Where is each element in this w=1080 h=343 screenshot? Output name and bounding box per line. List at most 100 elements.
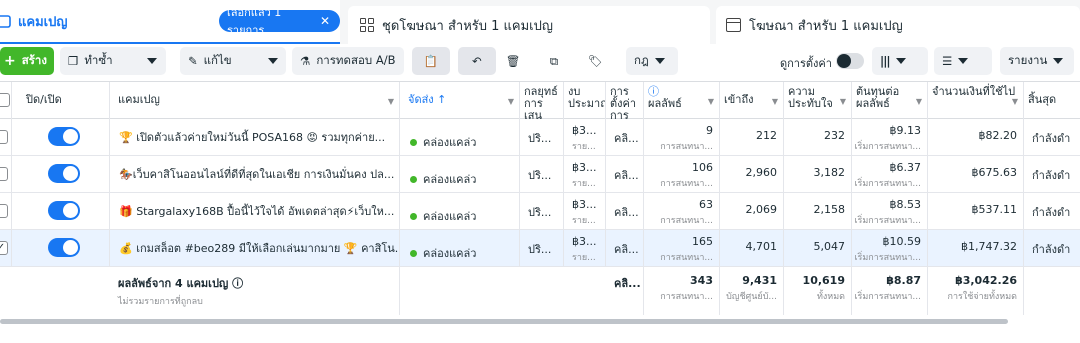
table-row[interactable]: 🎁 Stargalaxy168B ปื้อนี้ไว้ใจได้ อัพเดตล… (0, 193, 1080, 230)
tab-campaigns[interactable]: แคมเปญ เลือกแล้ว 1 รายการ ✕ (0, 0, 340, 44)
close-icon[interactable]: ✕ (320, 14, 330, 28)
row-checkbox[interactable]: ✓ (0, 241, 8, 255)
clipboard-icon: 📋 (423, 54, 439, 68)
budget-cell: ฿3... ราย... (564, 230, 606, 266)
table-row[interactable]: 🏆 เปิดตัวแล้วค่ายใหม่วันนี้ POSA168 😡 รว… (0, 119, 1080, 156)
totals-cpr: ฿8.87 เริ่มการสนทนา... (852, 267, 928, 315)
totals-reach-value: 9,431 (742, 274, 777, 287)
delivery-status: คล่องแคล่ว (423, 247, 477, 260)
cpr-cell: ฿6.37 เริ่มการสนทนา... (852, 156, 928, 192)
chevron-down-icon[interactable] (1053, 58, 1064, 64)
header-reach[interactable]: เข้าถึง ▼ (720, 82, 784, 119)
campaign-name[interactable]: 💰 เกมสล็อต #beo289 มีให้เลือกเล่นมากมาย … (110, 230, 400, 266)
undo-icon: ↶ (472, 54, 482, 68)
info-icon: ⓘ (232, 277, 244, 290)
undo-button[interactable]: ↶ (458, 47, 496, 75)
status-dot-icon (410, 249, 417, 257)
sort-icon: ▼ (915, 97, 922, 106)
budget-cell: ฿3... ราย... (564, 156, 606, 192)
table-row[interactable]: 🏇เว็บคาสิโนออนไลน์ที่ดีที่สุดในเอเชีย กา… (0, 156, 1080, 193)
header-delivery[interactable]: จัดส่ง ↑ ▼ (400, 82, 520, 119)
campaign-toggle[interactable] (48, 201, 80, 220)
reach-cell: 212 (720, 119, 784, 155)
create-button[interactable]: + สร้าง (0, 47, 54, 75)
selected-count-pill[interactable]: เลือกแล้ว 1 รายการ ✕ (219, 6, 340, 37)
sort-icon: ▼ (507, 97, 514, 106)
reports-label: รายงาน (1008, 53, 1048, 67)
delete-button[interactable]: 🗑 (498, 47, 528, 75)
chevron-down-icon[interactable] (895, 58, 906, 64)
reach-cell: 4,701 (720, 230, 784, 266)
columns-button[interactable]: ||| (872, 47, 928, 75)
chevron-down-icon[interactable] (958, 58, 969, 64)
results-sub: การสนทนา... (660, 216, 713, 226)
header-campaign[interactable]: แคมเปญ ▼ (110, 82, 400, 119)
chevron-down-icon[interactable] (654, 58, 665, 64)
tab-adsets[interactable]: ชุดโฆษณา สำหรับ 1 แคมเปญ (348, 6, 710, 44)
header-cpr[interactable]: ต้นทุนต่อผลลัพธ์ ▼ (852, 82, 928, 119)
tag-button[interactable]: 🏷 (580, 47, 610, 75)
header-select[interactable] (0, 82, 12, 119)
header-ends[interactable]: สิ้นสุด (1024, 82, 1080, 119)
preview-button[interactable]: ⧉ (538, 47, 570, 75)
header-impressions[interactable]: ความประทับใจ ▼ (784, 82, 852, 119)
totals-impressions-sub: ทั้งหมด (816, 292, 845, 302)
table-row[interactable]: ✓ 💰 เกมสล็อต #beo289 มีให้เลือกเล่นมากมาย… (0, 230, 1080, 267)
attribution-cell: คลิ... (606, 230, 644, 266)
tab-campaigns-label: แคมเปญ (18, 14, 68, 30)
totals-row: ผลลัพธ์จาก 4 แคมเปญ ⓘ ไม่รวมรายการที่ถูก… (0, 267, 1080, 315)
row-checkbox[interactable] (0, 167, 8, 181)
cpr-value: ฿8.53 (889, 198, 922, 211)
breakdown-button[interactable]: ☰ (934, 47, 992, 75)
campaign-toggle[interactable] (48, 127, 80, 146)
header-budget[interactable]: งบประมาณ (564, 82, 606, 119)
campaign-name[interactable]: 🎁 Stargalaxy168B ปื้อนี้ไว้ใจได้ อัพเดตล… (110, 193, 400, 229)
toolbar: + สร้าง ❐ ทำซ้ำ ✎ แก้ไข ⚗ การทดสอบ A/B 📋… (0, 44, 1080, 78)
header-bid[interactable]: กลยุทธ์การเสน (520, 82, 564, 119)
header-onoff[interactable]: ปิด/เปิด (12, 82, 110, 119)
campaign-toggle[interactable] (48, 238, 80, 257)
campaign-name[interactable]: 🏆 เปิดตัวแล้วค่ายใหม่วันนี้ POSA168 😡 รว… (110, 119, 400, 155)
delivery-status: คล่องแคล่ว (423, 173, 477, 186)
edit-button[interactable]: ✎ แก้ไข (180, 47, 286, 75)
row-checkbox[interactable] (0, 130, 8, 144)
ab-test-label: การทดสอบ A/B (316, 53, 396, 67)
chevron-down-icon[interactable] (146, 58, 157, 64)
delivery-status: คล่องแคล่ว (423, 210, 477, 223)
spent-cell: ฿675.63 (928, 156, 1024, 192)
totals-spent-value: ฿3,042.26 (955, 274, 1017, 287)
horizontal-scrollbar[interactable] (0, 319, 1008, 324)
table-header: ปิด/เปิด แคมเปญ ▼ จัดส่ง ↑ ▼ กลยุทธ์การเสน… (0, 81, 1080, 119)
totals-label-cell: ผลลัพธ์จาก 4 แคมเปญ ⓘ ไม่รวมรายการที่ถูก… (110, 267, 400, 315)
status-dot-icon (410, 212, 417, 220)
row-checkbox[interactable] (0, 204, 8, 218)
reports-button[interactable]: รายงาน (1000, 47, 1074, 75)
attribution-cell: คลิ... (606, 119, 644, 155)
tab-ads[interactable]: โฆษณา สำหรับ 1 แคมเปญ (716, 6, 1080, 44)
campaign-toggle[interactable] (48, 164, 80, 183)
duplicate-button[interactable]: ❐ ทำซ้ำ (60, 47, 166, 75)
row-select-cell[interactable]: ✓ (0, 230, 12, 266)
totals-cpr-sub: เริ่มการสนทนา... (854, 292, 921, 302)
preview-icon: ⧉ (549, 53, 559, 68)
header-attribution[interactable]: การตั้งค่าการ (606, 82, 644, 119)
row-select-cell[interactable] (0, 193, 12, 229)
clipboard-button[interactable]: 📋 (412, 47, 450, 75)
cpr-cell: ฿8.53 เริ่มการสนทนา... (852, 193, 928, 229)
rules-button[interactable]: กฎ (626, 47, 678, 75)
impressions-cell: 232 (784, 119, 852, 155)
header-delivery-label: จัดส่ง ↑ (408, 93, 447, 106)
campaign-name[interactable]: 🏇เว็บคาสิโนออนไลน์ที่ดีที่สุดในเอเชีย กา… (110, 156, 400, 192)
row-select-cell[interactable] (0, 119, 12, 155)
header-results-label: ผลลัพธ์ (648, 97, 682, 110)
ab-test-button[interactable]: ⚗ การทดสอบ A/B (292, 47, 404, 75)
row-select-cell[interactable] (0, 156, 12, 192)
view-setup-toggle[interactable] (836, 53, 864, 69)
delivery-status: คล่องแคล่ว (423, 136, 477, 149)
budget-sub: ราย... (572, 253, 596, 263)
cpr-sub: เริ่มการสนทนา... (854, 216, 921, 226)
header-spent[interactable]: จำนวนเงินที่ใช้ไป ▼ (928, 82, 1024, 119)
chevron-down-icon[interactable] (267, 58, 278, 64)
header-results[interactable]: ⓘ ผลลัพธ์ ▼ (644, 82, 720, 119)
impressions-cell: 3,182 (784, 156, 852, 192)
